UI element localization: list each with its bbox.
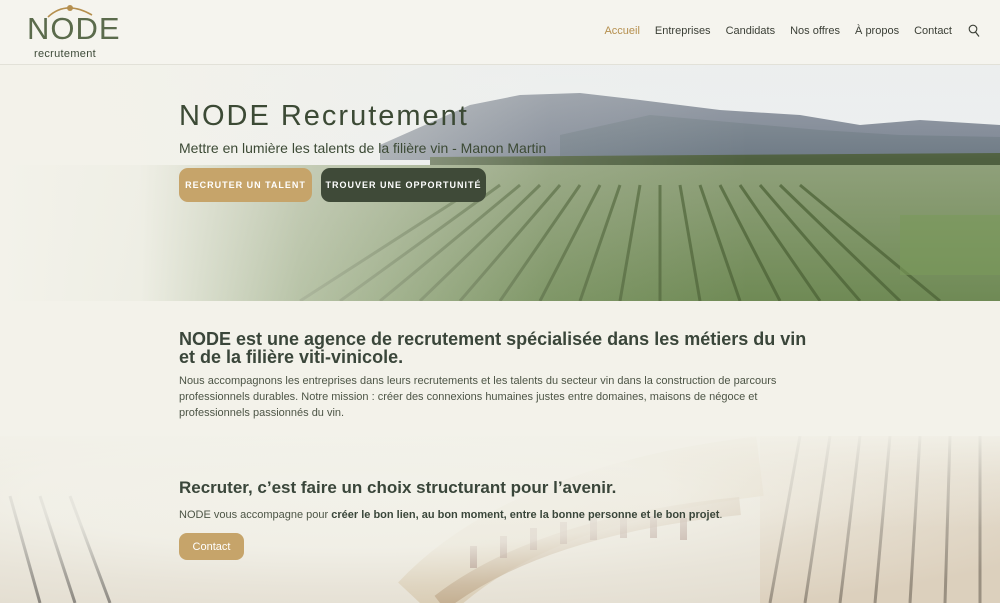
logo-tagline: recrutement <box>34 48 96 60</box>
logo[interactable]: NODE recrutement <box>26 2 120 62</box>
section-title: Recruter, c’est faire un choix structura… <box>179 478 617 497</box>
search-icon[interactable] <box>968 24 980 38</box>
recruit-talent-button[interactable]: RECRUTER UN TALENT <box>179 168 312 202</box>
section-text-highlight: créer le bon lien, au bon moment, entre … <box>331 509 720 521</box>
hero-title: NODE Recrutement <box>179 100 469 132</box>
find-opportunity-button[interactable]: TROUVER UNE OPPORTUNITÉ <box>321 168 486 202</box>
nav-entreprises[interactable]: Entreprises <box>655 25 711 37</box>
site-header: NODE recrutement Accueil Entreprises Can… <box>0 0 1000 65</box>
section-text: NODE vous accompagne pour créer le bon l… <box>179 509 723 521</box>
nav-candidats[interactable]: Candidats <box>726 25 776 37</box>
nav-accueil[interactable]: Accueil <box>604 25 639 37</box>
contact-button[interactable]: Contact <box>179 533 244 560</box>
nav-contact[interactable]: Contact <box>914 25 952 37</box>
hero-subtitle: Mettre en lumière les talents de la fili… <box>179 140 547 156</box>
hero-section: NODE Recrutement Mettre en lumière les t… <box>0 65 1000 301</box>
logo-name: NODE <box>27 11 121 46</box>
intro-title: NODE est une agence de recrutement spéci… <box>179 329 807 367</box>
main-nav: Accueil Entreprises Candidats Nos offres… <box>604 0 980 62</box>
nav-nos-offres[interactable]: Nos offres <box>790 25 840 37</box>
nav-a-propos[interactable]: À propos <box>855 25 899 37</box>
intro-text: Nous accompagnons les entreprises dans l… <box>179 375 777 419</box>
